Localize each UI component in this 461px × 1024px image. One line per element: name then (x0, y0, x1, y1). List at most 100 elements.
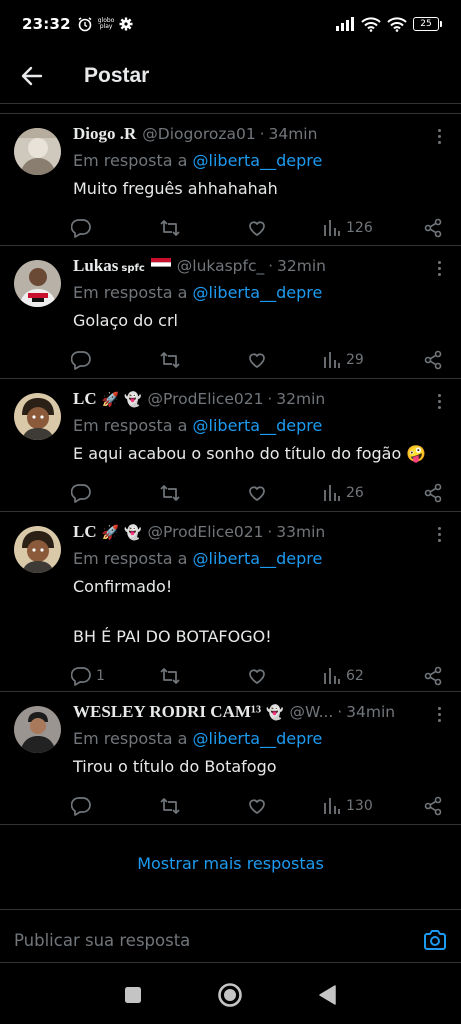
chart-bars-icon (324, 352, 340, 368)
app-header: Postar (0, 48, 461, 104)
tweet-text: E aqui acabou o sonho do título do fogão… (73, 444, 427, 463)
reply-context: Em resposta a @liberta__depre (73, 729, 323, 748)
avatar[interactable] (14, 260, 61, 307)
more-options-icon[interactable] (433, 704, 445, 724)
mention-link[interactable]: @liberta__depre (193, 416, 323, 435)
tweet-text: Tirou o título do Botafogo (73, 757, 277, 776)
battery-icon: 25 (413, 17, 442, 31)
mention-link[interactable]: @liberta__depre (193, 549, 323, 568)
avatar[interactable] (14, 706, 61, 753)
reply-button[interactable] (71, 350, 159, 370)
views-count: 130 (346, 798, 373, 814)
share-button[interactable] (423, 350, 443, 370)
retweet-icon (160, 485, 180, 501)
retweet-button[interactable] (159, 350, 247, 370)
mention-link[interactable]: @liberta__depre (193, 283, 323, 302)
like-button[interactable] (247, 218, 323, 238)
like-button[interactable] (247, 796, 323, 816)
heart-icon (249, 486, 265, 501)
views-count: 26 (346, 485, 364, 501)
display-name[interactable]: Diogo .R (73, 124, 136, 144)
retweet-button[interactable] (159, 483, 247, 503)
timestamp: 34min (346, 703, 396, 721)
retweet-button[interactable] (159, 796, 247, 816)
globoplay-badge: globo play (97, 17, 115, 30)
views-count: 29 (346, 352, 364, 368)
chart-bars-icon (324, 798, 340, 814)
display-name[interactable]: Lukas (73, 256, 118, 276)
system-nav-bar (0, 966, 461, 1024)
status-bar: 23:32 globo play 25 (0, 0, 461, 48)
timestamp: 33min (276, 523, 326, 541)
triangle-back-icon (319, 985, 336, 1005)
more-options-icon[interactable] (433, 391, 445, 411)
reply-button[interactable]: 1 (71, 666, 159, 686)
user-handle: @ProdElice021 (147, 390, 264, 408)
avatar[interactable] (14, 128, 61, 175)
share-icon (424, 350, 442, 370)
avatar[interactable] (14, 393, 61, 440)
user-handle: @lukaspfc_ (176, 257, 265, 275)
share-icon (424, 666, 442, 686)
gear-icon (119, 17, 133, 31)
divider (0, 962, 461, 963)
reply-item[interactable]: WESLEY RODRI CAM¹³ 👻 @W... · 34min Em re… (0, 692, 461, 825)
camera-icon[interactable] (423, 929, 447, 951)
views-count: 126 (346, 220, 373, 236)
ghost-icon: 👻 (124, 525, 142, 541)
views-button[interactable]: 126 (323, 219, 413, 237)
recents-button[interactable] (113, 975, 153, 1015)
reply-button[interactable] (71, 483, 159, 503)
reply-button[interactable] (71, 796, 159, 816)
name-superscript: spfc (121, 263, 145, 274)
user-handle: @Diogoroza01 (142, 125, 256, 143)
views-button[interactable]: 62 (323, 667, 413, 685)
reply-count: 1 (96, 668, 105, 684)
chart-bars-icon (324, 220, 340, 236)
display-name[interactable]: WESLEY RODRI CAM¹³ (73, 702, 261, 722)
chart-bars-icon (324, 668, 340, 684)
comment-icon (71, 351, 91, 370)
rocket-icon: 🚀 (101, 525, 120, 541)
alarm-icon (78, 17, 92, 32)
like-button[interactable] (247, 483, 323, 503)
like-button[interactable] (247, 350, 323, 370)
heart-icon (249, 221, 265, 236)
share-button[interactable] (423, 218, 443, 238)
reply-item[interactable]: LC 🚀 👻 @ProdElice021 · 32min Em resposta… (0, 379, 461, 512)
display-name[interactable]: LC (73, 389, 97, 409)
action-bar: 130 (71, 779, 443, 833)
share-button[interactable] (423, 796, 443, 816)
views-button[interactable]: 26 (323, 484, 413, 502)
display-name[interactable]: LC (73, 522, 97, 542)
mention-link[interactable]: @liberta__depre (193, 729, 323, 748)
share-button[interactable] (423, 666, 443, 686)
nav-back-button[interactable] (308, 975, 348, 1015)
like-button[interactable] (247, 666, 323, 686)
reply-button[interactable] (71, 218, 159, 238)
reply-input[interactable] (14, 920, 423, 960)
show-more-replies-link[interactable]: Mostrar mais respostas (0, 837, 461, 889)
views-button[interactable]: 130 (323, 797, 413, 815)
reply-item[interactable]: Diogo .R @Diogoroza01 · 34min Em respost… (0, 114, 461, 246)
retweet-button[interactable] (159, 218, 247, 238)
mention-link[interactable]: @liberta__depre (193, 151, 323, 170)
views-button[interactable]: 29 (323, 351, 413, 369)
avatar[interactable] (14, 526, 61, 573)
more-options-icon[interactable] (433, 524, 445, 544)
reply-item[interactable]: Lukas spfc @lukaspfc_ · 32min Em resposta… (0, 246, 461, 379)
back-button[interactable] (0, 48, 64, 104)
status-time: 23:32 (22, 15, 71, 33)
tweet-text: Confirmado! BH É PAI DO BOTAFOGO! (73, 577, 272, 646)
more-options-icon[interactable] (433, 126, 445, 146)
rocket-icon: 🚀 (101, 392, 120, 408)
reply-item[interactable]: LC 🚀 👻 @ProdElice021 · 33min Em resposta… (0, 512, 461, 692)
comment-icon (71, 219, 91, 238)
more-options-icon[interactable] (433, 258, 445, 278)
share-button[interactable] (423, 483, 443, 503)
ghost-icon: 👻 (266, 705, 284, 721)
retweet-button[interactable] (159, 666, 247, 686)
wifi-icon-2 (387, 16, 407, 32)
tweet-text: Golaço do crl (73, 311, 178, 330)
home-button[interactable] (210, 975, 250, 1015)
